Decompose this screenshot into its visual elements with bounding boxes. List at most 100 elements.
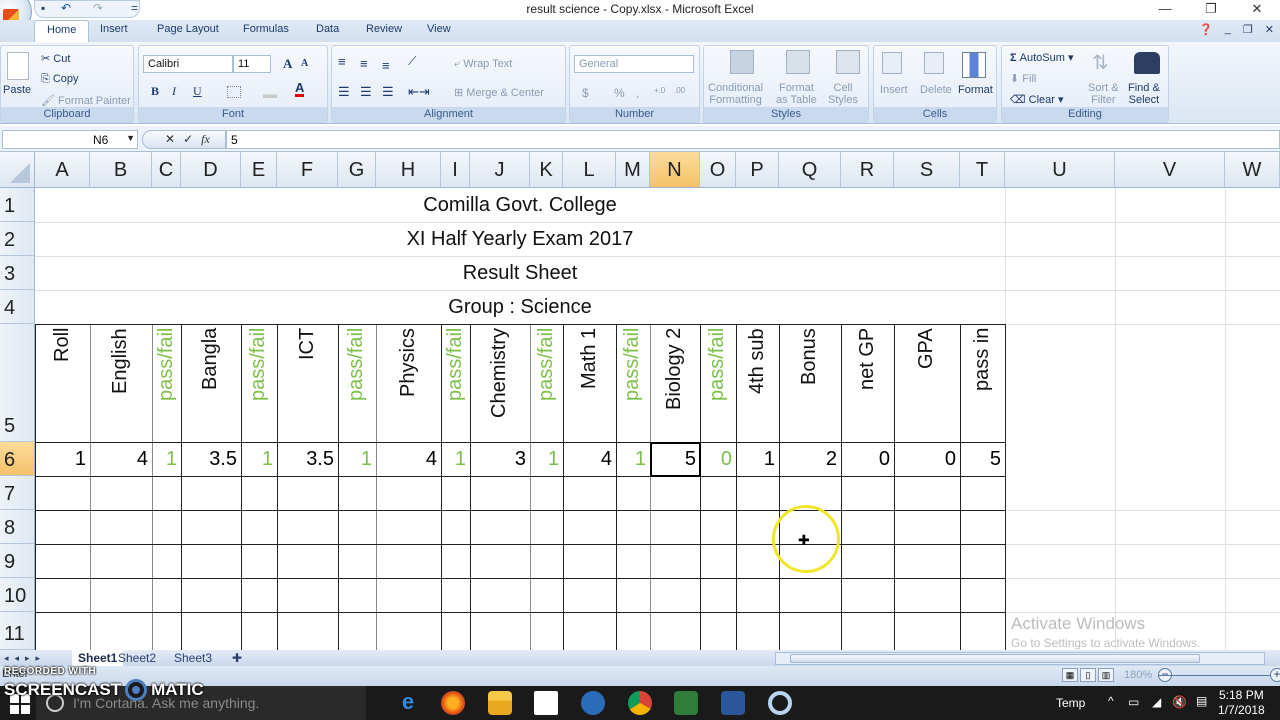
name-box[interactable]: N6 ▼ [2, 130, 138, 149]
excel-icon[interactable] [674, 691, 698, 715]
column-header-l[interactable]: L [563, 152, 616, 188]
header-cell-e[interactable]: pass/fail [247, 328, 269, 438]
data-cell-i6[interactable]: 1 [441, 442, 470, 476]
sheet-nav-buttons[interactable]: ◂◂▸▸ [4, 650, 46, 666]
bold-button[interactable]: B [151, 84, 159, 99]
zoom-slider[interactable] [1158, 675, 1280, 676]
data-cell-b6[interactable]: 4 [90, 442, 152, 476]
select-all-button[interactable] [0, 152, 35, 188]
wifi-icon[interactable]: ◢ [1152, 695, 1161, 709]
data-cell-t6[interactable]: 5 [960, 442, 1005, 476]
tab-view[interactable]: View [427, 23, 451, 35]
formula-input[interactable]: 5 [226, 130, 1280, 149]
header-cell-f[interactable]: ICT [296, 328, 318, 438]
column-header-t[interactable]: T [960, 152, 1005, 188]
minimize-button[interactable]: — [1142, 0, 1188, 18]
font-name-select[interactable]: Calibri [143, 55, 233, 73]
autosum-button[interactable]: Σ AutoSum ▾ [1010, 51, 1074, 64]
header-cell-n[interactable]: Biology 2 [663, 328, 685, 438]
header-cell-t[interactable]: pass in [971, 328, 993, 438]
find-select-button[interactable]: Find & Select [1128, 82, 1160, 106]
column-header-d[interactable]: D [181, 152, 241, 188]
comma-button[interactable]: , [636, 86, 639, 100]
column-header-i[interactable]: I [441, 152, 470, 188]
row-header-5[interactable]: 5 [0, 324, 35, 442]
chrome-icon[interactable] [628, 691, 652, 715]
header-cell-h[interactable]: Physics [397, 328, 419, 438]
data-cell-h6[interactable]: 4 [376, 442, 441, 476]
zoom-level[interactable]: 180% [1124, 669, 1152, 681]
align-top-icon[interactable]: ≡ [338, 54, 346, 69]
normal-view-icon[interactable]: ▦ [1062, 668, 1078, 682]
cortana-app-icon[interactable] [768, 691, 792, 715]
data-cell-g6[interactable]: 1 [338, 442, 376, 476]
clear-button[interactable]: ⌫ Clear ▾ [1010, 93, 1064, 106]
data-cell-q6[interactable]: 2 [779, 442, 841, 476]
shrink-font-button[interactable]: A [301, 58, 308, 69]
increase-decimal-button[interactable]: +.0 [654, 86, 665, 95]
column-header-n[interactable]: N [650, 152, 700, 188]
row-header-1[interactable]: 1 [0, 188, 35, 222]
borders-icon[interactable] [227, 86, 241, 98]
column-header-m[interactable]: M [616, 152, 650, 188]
page-break-view-icon[interactable]: ▥ [1098, 668, 1114, 682]
orientation-icon[interactable]: ⟋ [408, 54, 416, 69]
copy-button[interactable]: ⎘ Copy [41, 73, 79, 86]
header-cell-r[interactable]: net GP [856, 328, 878, 438]
horizontal-scrollbar[interactable] [775, 652, 1265, 665]
column-header-s[interactable]: S [894, 152, 960, 188]
customize-qat-button[interactable]: = [131, 1, 138, 15]
percent-button[interactable]: % [614, 86, 625, 100]
fill-button[interactable]: ⬇ Fill [1010, 72, 1036, 85]
show-hidden-icons[interactable]: ^ [1108, 694, 1114, 708]
data-cell-r6[interactable]: 0 [841, 442, 894, 476]
tab-page-layout[interactable]: Page Layout [157, 23, 219, 35]
ribbon-restore-button[interactable]: ❐ [1243, 23, 1253, 36]
store-icon[interactable] [534, 691, 558, 715]
scrollbar-thumb[interactable] [790, 654, 1200, 663]
redo-icon[interactable]: ↷ [93, 1, 103, 15]
header-cell-s[interactable]: GPA [915, 328, 937, 438]
underline-button[interactable]: U [193, 84, 202, 99]
tab-data[interactable]: Data [316, 23, 339, 35]
data-cell-o6[interactable]: 0 [700, 442, 736, 476]
paste-button[interactable]: Paste [3, 84, 31, 96]
format-as-table-button[interactable]: Format as Table [776, 82, 817, 106]
edge-icon[interactable]: e [396, 691, 420, 715]
format-button[interactable]: Format [958, 84, 993, 96]
name-box-dropdown-icon[interactable]: ▼ [126, 133, 135, 143]
firefox-icon[interactable] [441, 691, 465, 715]
format-painter-button[interactable]: 🖌 Format Painter [41, 94, 131, 107]
header-cell-a[interactable]: Roll [51, 328, 73, 438]
italic-button[interactable]: I [172, 84, 176, 99]
data-cell-a6[interactable]: 1 [35, 442, 90, 476]
column-header-q[interactable]: Q [779, 152, 841, 188]
header-cell-l[interactable]: Math 1 [578, 328, 600, 438]
data-cell-f6[interactable]: 3.5 [277, 442, 338, 476]
header-cell-o[interactable]: pass/fail [706, 328, 728, 438]
row-header-4[interactable]: 4 [0, 290, 35, 324]
data-cell-m6[interactable]: 1 [616, 442, 650, 476]
column-header-g[interactable]: G [338, 152, 376, 188]
row-header-7[interactable]: 7 [0, 476, 35, 510]
header-cell-p[interactable]: 4th sub [746, 328, 768, 438]
header-cell-g[interactable]: pass/fail [345, 328, 367, 438]
insert-sheet-icon[interactable]: ✚ [226, 650, 248, 666]
ribbon-minimize-button[interactable]: _ [1225, 23, 1231, 36]
volume-muted-icon[interactable]: 🔇 [1172, 695, 1187, 709]
insert-button[interactable]: Insert [880, 84, 908, 96]
sheet-tab-sheet2[interactable]: Sheet2 [112, 650, 162, 666]
title-row-1[interactable]: Comilla Govt. College [35, 188, 1005, 222]
align-center-icon[interactable]: ☰ [360, 84, 372, 100]
header-cell-d[interactable]: Bangla [199, 328, 221, 438]
ribbon-close-button[interactable]: ✕ [1265, 23, 1274, 36]
data-cell-l6[interactable]: 4 [563, 442, 616, 476]
action-center-icon[interactable]: ▤ [1196, 694, 1207, 708]
number-format-select[interactable]: General [574, 55, 694, 73]
align-middle-icon[interactable]: ≡ [360, 56, 368, 71]
close-button[interactable]: ✕ [1234, 0, 1280, 18]
spreadsheet-grid[interactable]: A B C D E F G H I J K L M N O P Q R S T U V W 1 2 3 4 5 6 7 8 9 10 11 Comi… [0, 152, 1280, 650]
indent-icon[interactable]: ⇤⇥ [408, 84, 430, 100]
column-header-u[interactable]: U [1005, 152, 1115, 188]
row-header-11[interactable]: 11 [0, 612, 35, 650]
